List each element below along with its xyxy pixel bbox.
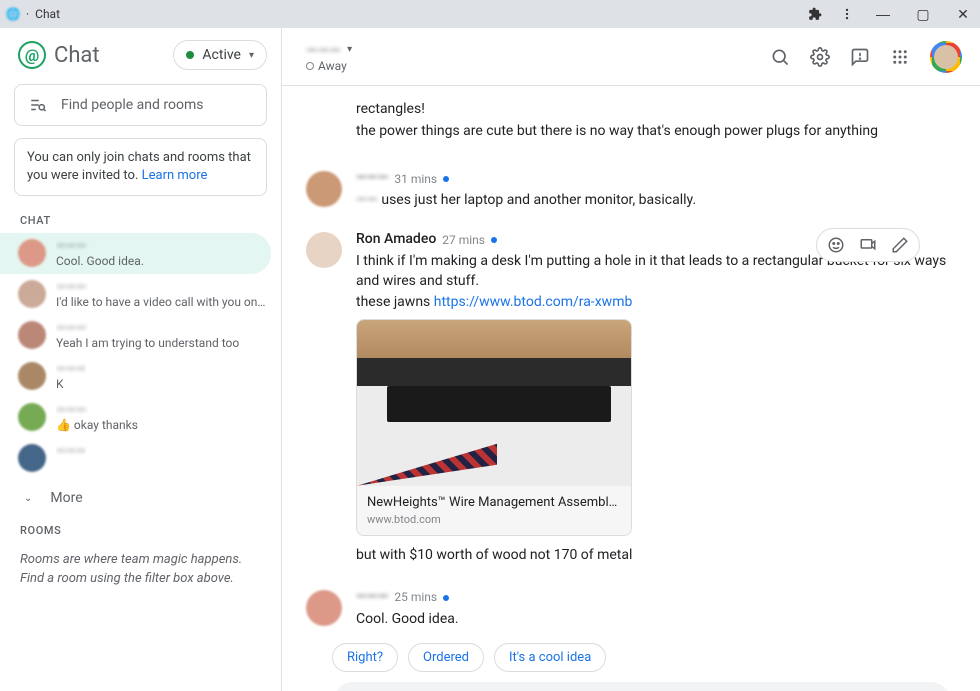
search-icon[interactable]	[770, 47, 790, 67]
chevron-down-icon: ⌄	[24, 493, 32, 504]
window-titlebar: 🌐 · Chat — ▢ ✕	[0, 0, 980, 28]
more-chats-button[interactable]: ⌄ More	[0, 478, 281, 518]
presence-text: Away	[318, 59, 347, 73]
message-text: rectangles!	[356, 100, 956, 120]
chat-item[interactable]: ——— Yeah I am trying to understand too	[0, 315, 281, 356]
link-preview-domain: www.btod.com	[367, 512, 621, 527]
chat-preview: I'd like to have a video call with you o…	[56, 295, 267, 309]
conversation-title: ———	[306, 41, 341, 59]
search-icon	[29, 96, 47, 114]
invite-info-card: You can only join chats and rooms that y…	[14, 138, 267, 196]
presence-dot-icon	[186, 51, 194, 59]
smart-reply-chip[interactable]: Ordered	[408, 643, 484, 672]
section-rooms-label: ROOMS	[0, 518, 281, 543]
avatar	[306, 590, 342, 626]
apps-grid-icon[interactable]	[890, 47, 910, 67]
message-author: ———	[356, 588, 388, 608]
avatar	[306, 171, 342, 207]
learn-more-link[interactable]: Learn more	[142, 168, 208, 183]
message: Ron Amadeo 27 mins I think if I'm making…	[282, 224, 980, 574]
unread-dot-icon	[443, 595, 449, 601]
invite-info-text: You can only join chats and rooms that y…	[27, 150, 251, 183]
presence-away-icon	[306, 62, 314, 70]
chat-item[interactable]: ——— 👍 okay thanks	[0, 397, 281, 438]
chat-item[interactable]: ——— I'd like to have a video call with y…	[0, 274, 281, 315]
window-close-button[interactable]: ✕	[952, 6, 974, 23]
chat-item[interactable]: ——— Cool. Good idea.	[0, 233, 271, 274]
avatar	[18, 280, 46, 308]
message-author: ———	[356, 169, 388, 189]
smart-reply-chip[interactable]: Right?	[332, 643, 398, 672]
search-input[interactable]: Find people and rooms	[14, 84, 267, 126]
conversation-pane: ——— ▾ Away	[282, 28, 980, 691]
link-preview-title: NewHeights™ Wire Management Assembly Pac…	[367, 494, 621, 512]
feedback-icon[interactable]	[850, 47, 870, 67]
message-time: 25 mins	[394, 589, 437, 606]
message-text: these jawns https://www.btod.com/ra-xwmb	[356, 293, 956, 313]
section-chat-label: CHAT	[0, 208, 281, 233]
search-placeholder: Find people and rooms	[61, 97, 203, 113]
app-favicon: 🌐	[6, 7, 20, 21]
chat-name: ———	[56, 403, 138, 418]
message-text: —— uses just her laptop and another moni…	[356, 191, 956, 211]
chat-preview: 👍 okay thanks	[56, 418, 138, 432]
chevron-down-icon[interactable]: ▾	[347, 44, 352, 55]
presence-selector[interactable]: Active ▾	[173, 40, 267, 70]
chat-preview: Cool. Good idea.	[56, 254, 144, 268]
settings-gear-icon[interactable]	[810, 47, 830, 67]
message-composer[interactable]: History on	[332, 682, 952, 691]
chat-name: ———	[56, 239, 144, 254]
account-avatar[interactable]	[930, 41, 962, 73]
chat-item[interactable]: ——— K	[0, 356, 281, 397]
chat-preview: K	[56, 377, 86, 391]
chevron-down-icon: ▾	[249, 50, 254, 61]
product-name: Chat	[54, 43, 100, 68]
message-text: the power things are cute but there is n…	[356, 122, 956, 142]
conversation-header: ——— ▾ Away	[282, 28, 980, 86]
window-minimize-button[interactable]: —	[872, 6, 894, 22]
avatar	[18, 239, 46, 267]
chat-name: ———	[56, 280, 267, 295]
edit-pencil-icon[interactable]	[891, 236, 909, 254]
smart-reply-chip[interactable]: It's a cool idea	[494, 643, 606, 672]
chat-preview: Yeah I am trying to understand too	[56, 336, 239, 350]
message-hover-actions	[816, 228, 920, 262]
chat-name: ———	[56, 321, 239, 336]
forward-icon[interactable]	[859, 236, 877, 254]
window-title: Chat	[35, 7, 60, 21]
more-vert-icon[interactable]	[840, 7, 854, 21]
message: ——— 25 mins Cool. Good idea.	[282, 582, 980, 637]
more-label: More	[50, 490, 82, 506]
avatar	[18, 362, 46, 390]
chat-logo-icon: @	[18, 41, 46, 69]
product-logo: @ Chat	[18, 41, 100, 69]
avatar	[18, 444, 46, 472]
chat-name: ———	[56, 362, 86, 377]
message-text: but with $10 worth of wood not 170 of me…	[356, 546, 956, 566]
message-list: rectangles! the power things are cute bu…	[282, 86, 980, 691]
chat-item[interactable]: ———	[0, 438, 281, 478]
window-title-separator: ·	[26, 7, 29, 21]
message: ——— 31 mins —— uses just her laptop and …	[282, 163, 980, 218]
message-text: Cool. Good idea.	[356, 610, 956, 630]
extensions-icon[interactable]	[808, 7, 822, 21]
message-time: 27 mins	[442, 232, 485, 249]
message-link[interactable]: https://www.btod.com/ra-xwmb	[434, 294, 633, 310]
react-emoji-icon[interactable]	[827, 236, 845, 254]
message-time: 31 mins	[394, 171, 437, 188]
rooms-help-text: Rooms are where team magic happens. Find…	[0, 543, 281, 595]
smart-reply-row: Right? Ordered It's a cool idea	[282, 637, 980, 678]
link-preview-card[interactable]: NewHeights™ Wire Management Assembly Pac…	[356, 319, 632, 537]
unread-dot-icon	[443, 176, 449, 182]
sidebar: @ Chat Active ▾ Find people and rooms Yo…	[0, 28, 282, 691]
presence-label: Active	[202, 47, 241, 63]
link-preview-image	[357, 320, 631, 486]
avatar	[306, 232, 342, 268]
avatar	[18, 403, 46, 431]
unread-dot-icon	[491, 237, 497, 243]
chat-name: ———	[56, 444, 86, 459]
message-author: Ron Amadeo	[356, 230, 436, 250]
avatar	[18, 321, 46, 349]
window-maximize-button[interactable]: ▢	[912, 6, 934, 23]
